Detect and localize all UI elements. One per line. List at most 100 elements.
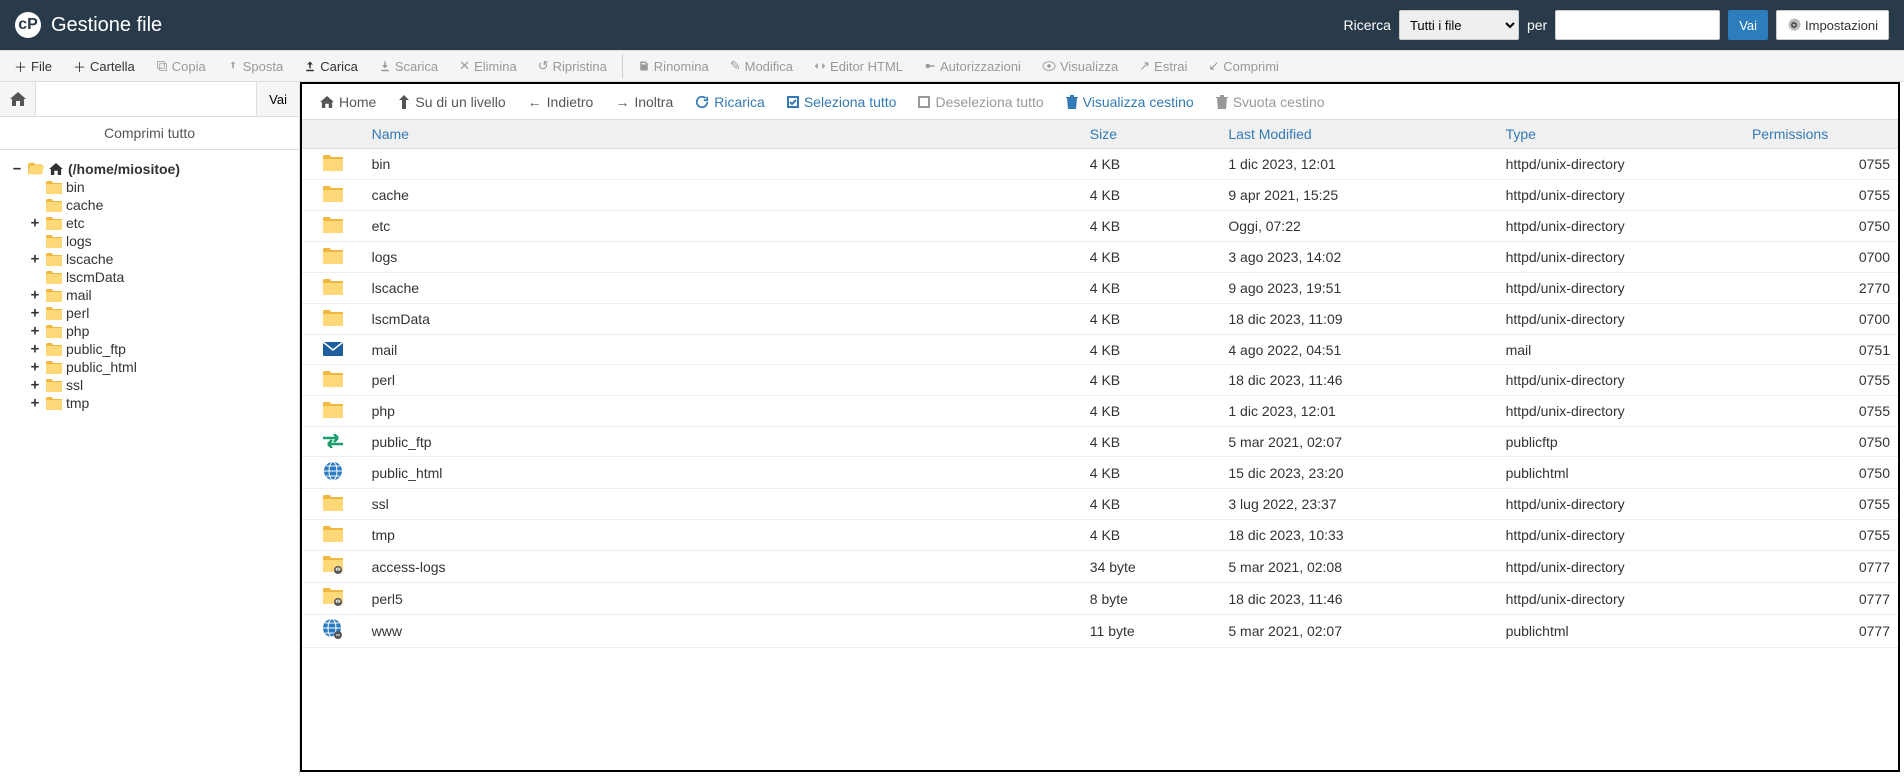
delete-button[interactable]: ✕Elimina xyxy=(449,54,527,78)
tree-item[interactable]: +mail xyxy=(28,286,289,304)
permissions-button[interactable]: Autorizzazioni xyxy=(914,55,1031,78)
table-row[interactable]: logs4 KB3 ago 2023, 14:02httpd/unix-dire… xyxy=(302,242,1898,273)
sidebar-go-button[interactable]: Vai xyxy=(257,82,299,116)
table-row[interactable]: mail4 KB4 ago 2022, 04:51mail0751 xyxy=(302,335,1898,365)
forward-icon: → xyxy=(615,94,629,110)
folder-icon xyxy=(46,306,62,320)
cell-size: 4 KB xyxy=(1082,520,1221,551)
cell-type: httpd/unix-directory xyxy=(1498,304,1744,335)
move-button[interactable]: Sposta xyxy=(217,55,293,78)
table-row[interactable]: bin4 KB1 dic 2023, 12:01httpd/unix-direc… xyxy=(302,149,1898,180)
rename-icon xyxy=(638,60,650,72)
table-row[interactable]: public_html4 KB15 dic 2023, 23:20publich… xyxy=(302,457,1898,489)
tree-item[interactable]: + perl xyxy=(28,304,289,322)
nav-back-button[interactable]: ←Indietro xyxy=(518,90,604,114)
table-row[interactable]: tmp4 KB18 dic 2023, 10:33httpd/unix-dire… xyxy=(302,520,1898,551)
tree-item[interactable]: +public_html xyxy=(28,358,289,376)
compress-button[interactable]: ↙Comprimi xyxy=(1198,54,1289,78)
tree-item[interactable]: +public_ftp xyxy=(28,340,289,358)
expand-icon[interactable]: + xyxy=(28,395,42,411)
col-permissions-header[interactable]: Permissions xyxy=(1744,120,1898,149)
extract-button[interactable]: ↗Estrai xyxy=(1129,54,1197,78)
tree-root[interactable]: − (/home/miositoe) xyxy=(10,160,289,178)
path-input[interactable] xyxy=(36,82,257,116)
cell-modified: 9 ago 2023, 19:51 xyxy=(1220,273,1497,304)
table-row[interactable]: etc4 KBOggi, 07:22httpd/unix-directory07… xyxy=(302,211,1898,242)
back-icon: ← xyxy=(528,94,542,110)
col-name-header[interactable]: Name xyxy=(364,120,1082,149)
tree-item[interactable]: +ssl xyxy=(28,376,289,394)
download-button[interactable]: Scarica xyxy=(369,55,448,78)
folder-icon xyxy=(323,278,343,296)
tree-item[interactable]: +php xyxy=(28,322,289,340)
table-row[interactable]: www11 byte5 mar 2021, 02:07publichtml077… xyxy=(302,615,1898,648)
table-row[interactable]: php4 KB1 dic 2023, 12:01httpd/unix-direc… xyxy=(302,396,1898,427)
header-left: cP Gestione file xyxy=(15,12,162,38)
table-row[interactable]: ssl4 KB3 lug 2022, 23:37httpd/unix-direc… xyxy=(302,489,1898,520)
tree-item[interactable]: cache xyxy=(28,196,289,214)
view-button[interactable]: Visualizza xyxy=(1032,55,1128,78)
expand-icon[interactable]: + xyxy=(28,341,42,357)
go-button[interactable]: Vai xyxy=(1728,10,1768,40)
tree-item[interactable]: +etc xyxy=(28,214,289,232)
nav-up-button[interactable]: Su di un livello xyxy=(388,90,515,114)
cell-permissions: 0777 xyxy=(1744,583,1898,615)
expand-icon[interactable]: + xyxy=(28,323,42,339)
sidebar-home-button[interactable] xyxy=(0,82,36,116)
header-right: Ricerca Tutti i file per Vai Impostazion… xyxy=(1343,10,1889,40)
col-type-header[interactable]: Type xyxy=(1498,120,1744,149)
nav-forward-button[interactable]: →Inoltra xyxy=(605,90,683,114)
cell-permissions: 0700 xyxy=(1744,304,1898,335)
table-row[interactable]: perl58 byte18 dic 2023, 11:46httpd/unix-… xyxy=(302,583,1898,615)
for-label: per xyxy=(1527,17,1547,33)
edit-button[interactable]: ✎Modifica xyxy=(720,54,803,78)
expand-icon[interactable]: + xyxy=(28,215,42,231)
rename-button[interactable]: Rinomina xyxy=(628,55,719,78)
cell-type: publichtml xyxy=(1498,457,1744,489)
cell-size: 4 KB xyxy=(1082,242,1221,273)
table-row[interactable]: public_ftp4 KB5 mar 2021, 02:07publicftp… xyxy=(302,427,1898,457)
eye-icon xyxy=(1042,60,1056,72)
restore-button[interactable]: ↺Ripristina xyxy=(528,54,617,78)
plus-icon: ＋ xyxy=(73,57,86,76)
table-row[interactable]: lscache4 KB9 ago 2023, 19:51httpd/unix-d… xyxy=(302,273,1898,304)
table-row[interactable]: access-logs34 byte5 mar 2021, 02:08httpd… xyxy=(302,551,1898,583)
tree-item-label: perl xyxy=(66,305,89,321)
col-modified-header[interactable]: Last Modified xyxy=(1220,120,1497,149)
collapse-all-button[interactable]: Comprimi tutto xyxy=(0,117,299,150)
search-input[interactable] xyxy=(1555,10,1720,40)
tree-item[interactable]: bin xyxy=(28,178,289,196)
html-editor-button[interactable]: Editor HTML xyxy=(804,55,913,78)
copy-button[interactable]: Copia xyxy=(146,55,216,78)
nav-empty-trash-button[interactable]: Svuota cestino xyxy=(1206,90,1335,114)
nav-view-trash-button[interactable]: Visualizza cestino xyxy=(1056,90,1204,114)
nav-deselect-all-button[interactable]: Deseleziona tutto xyxy=(908,90,1053,114)
tree-item[interactable]: +tmp xyxy=(28,394,289,412)
expand-icon[interactable]: + xyxy=(28,287,42,303)
settings-button[interactable]: Impostazioni xyxy=(1776,10,1889,40)
cell-type: httpd/unix-directory xyxy=(1498,211,1744,242)
file-button[interactable]: ＋File xyxy=(4,53,62,80)
table-row[interactable]: perl4 KB18 dic 2023, 11:46httpd/unix-dir… xyxy=(302,365,1898,396)
folder-icon xyxy=(323,401,343,419)
table-row[interactable]: cache4 KB9 apr 2021, 15:25httpd/unix-dir… xyxy=(302,180,1898,211)
cell-modified: 3 ago 2023, 14:02 xyxy=(1220,242,1497,273)
search-scope-select[interactable]: Tutti i file xyxy=(1399,10,1519,40)
nav-reload-button[interactable]: Ricarica xyxy=(685,90,775,114)
tree-item[interactable]: logs xyxy=(28,232,289,250)
cell-size: 4 KB xyxy=(1082,149,1221,180)
expand-icon[interactable]: + xyxy=(28,251,42,267)
table-row[interactable]: lscmData4 KB18 dic 2023, 11:09httpd/unix… xyxy=(302,304,1898,335)
expand-icon[interactable]: + xyxy=(28,359,42,375)
folder-button[interactable]: ＋Cartella xyxy=(63,53,145,80)
col-size-header[interactable]: Size xyxy=(1082,120,1221,149)
upload-button[interactable]: Carica xyxy=(294,55,368,78)
tree-item[interactable]: lscmData xyxy=(28,268,289,286)
nav-home-button[interactable]: Home xyxy=(310,90,386,114)
expand-icon[interactable]: + xyxy=(28,305,42,321)
nav-select-all-button[interactable]: Seleziona tutto xyxy=(777,90,907,114)
collapse-icon[interactable]: − xyxy=(10,161,24,177)
tree-item[interactable]: +lscache xyxy=(28,250,289,268)
cell-type: publichtml xyxy=(1498,615,1744,648)
expand-icon[interactable]: + xyxy=(28,377,42,393)
